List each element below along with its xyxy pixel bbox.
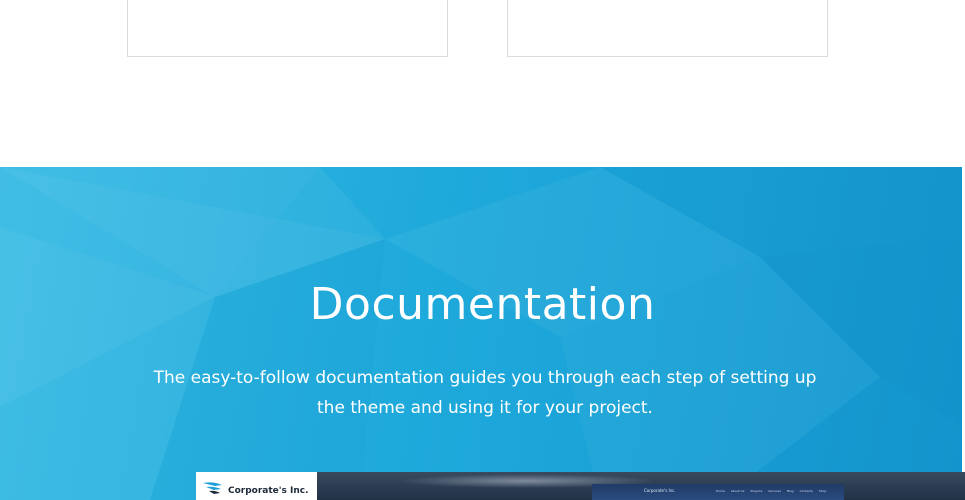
section-title: Documentation	[309, 279, 656, 330]
preview-mini-nav: Home About Us Projects Services Blog Con…	[716, 489, 826, 493]
top-section	[0, 0, 965, 167]
preview-mini-header: Corporate's Inc. Home About Us Projects …	[592, 484, 844, 500]
preview-nav-item: Services	[768, 489, 781, 493]
preview-nav-item: Projects	[750, 489, 763, 493]
page: Documentation The easy-to-follow documen…	[0, 0, 965, 500]
section-description: The easy-to-follow documentation guides …	[153, 368, 817, 418]
polygon-background	[0, 167, 965, 500]
feature-card-right	[507, 0, 828, 57]
preview-nav-item: Shop	[818, 489, 827, 493]
feature-card-left	[127, 0, 448, 57]
preview-nav-item: Blog	[786, 489, 794, 493]
preview-nav-item: Home	[716, 489, 725, 493]
documentation-section: Documentation The easy-to-follow documen…	[0, 167, 965, 500]
preview-nav-item: Contacts	[799, 489, 813, 493]
theme-preview-screenshot: Corporate's Inc. Corporate's Inc. Home A…	[196, 472, 965, 500]
preview-mini-logo: Corporate's Inc.	[644, 488, 676, 493]
preview-header-logo: Corporate's Inc.	[196, 472, 317, 500]
preview-nav-item: About Us	[730, 489, 745, 493]
preview-logo-text: Corporate's Inc.	[228, 486, 309, 496]
wing-logo-icon	[203, 482, 222, 494]
